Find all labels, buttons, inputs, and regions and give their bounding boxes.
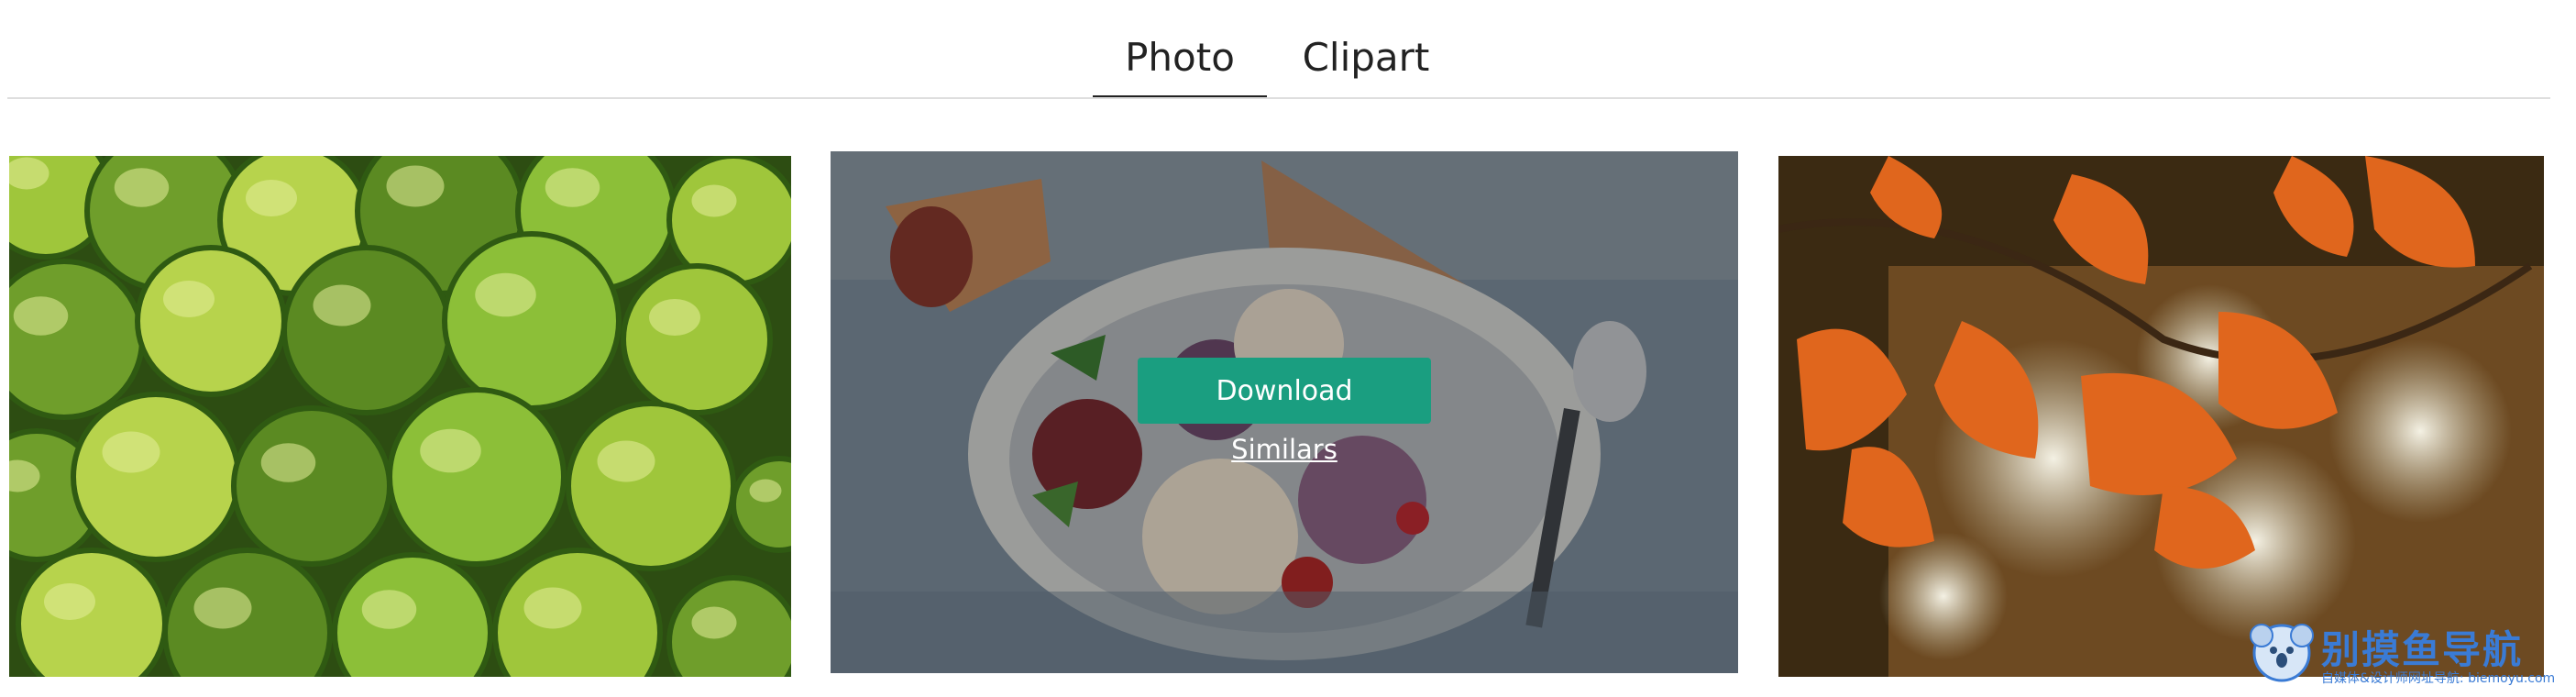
watermelon-image — [9, 156, 791, 677]
tab-clipart[interactable]: Clipart — [1283, 35, 1448, 99]
tab-bar-divider — [7, 97, 2550, 99]
image-card-ice-cream[interactable]: Download Similars — [831, 151, 1738, 673]
watermark-title: 别摸鱼导航 — [2321, 627, 2524, 672]
image-card-autumn-leaves[interactable] — [1778, 156, 2544, 677]
watermark-subtitle: 自媒体&设计师网址导航: biemoyu.com — [2321, 671, 2556, 686]
watermark: 别摸鱼导航 自媒体&设计师网址导航: biemoyu.com — [2248, 619, 2559, 692]
autumn-leaves-image — [1778, 156, 2544, 677]
koala-logo-icon — [2250, 624, 2314, 682]
image-card-watermelons[interactable] — [9, 156, 791, 677]
download-button[interactable]: Download — [1138, 358, 1431, 424]
tab-photo[interactable]: Photo — [1093, 35, 1267, 99]
tab-bar: Photo Clipart — [0, 0, 2576, 99]
similars-link[interactable]: Similars — [831, 434, 1738, 465]
